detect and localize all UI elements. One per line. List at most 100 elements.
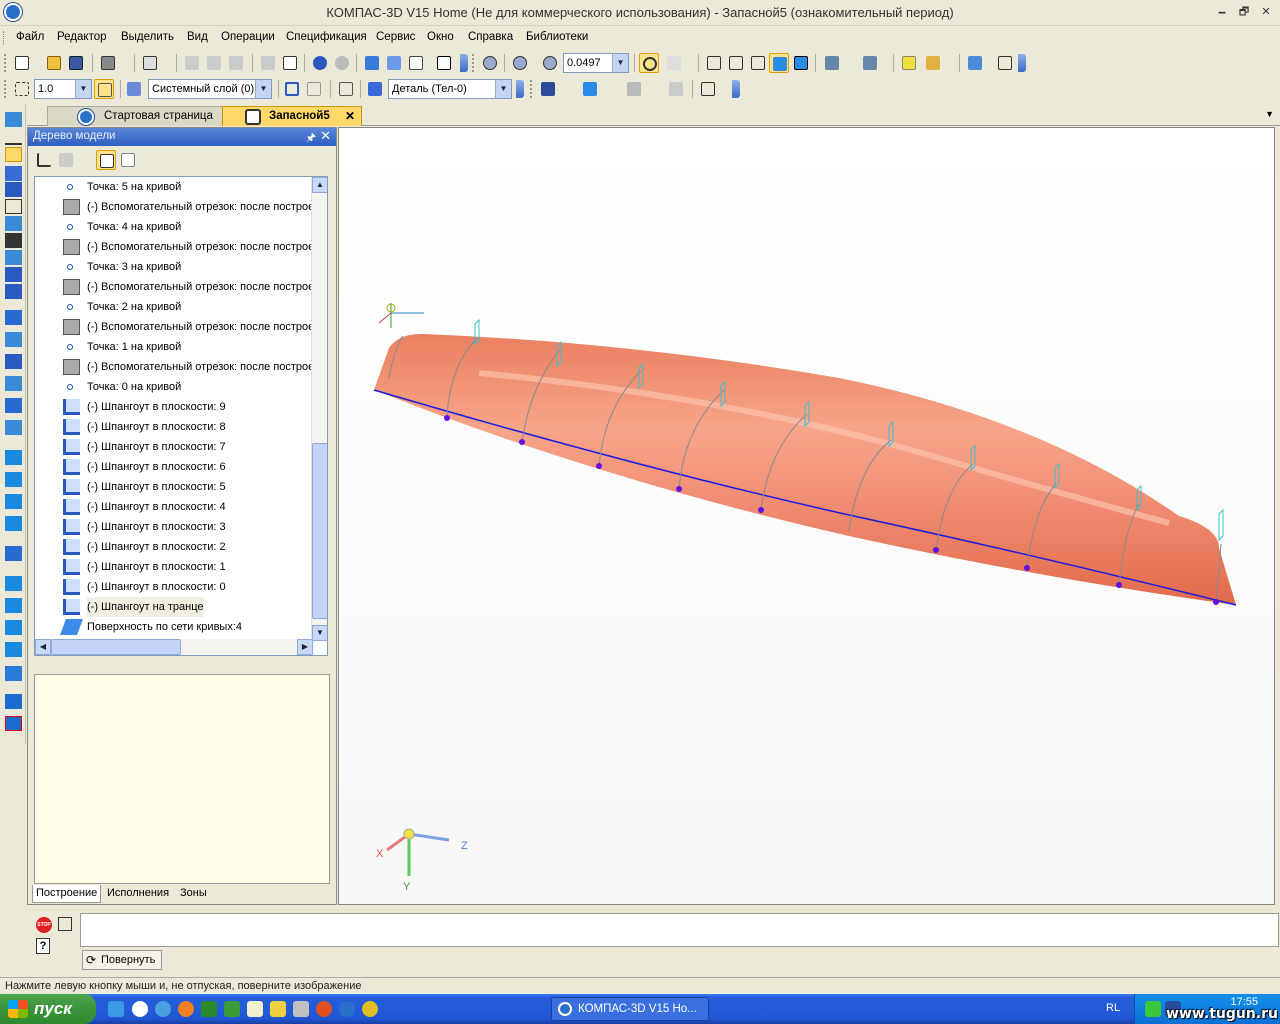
menu-libraries[interactable]: Библиотеки: [526, 31, 588, 43]
app-icon[interactable]: [201, 1001, 217, 1017]
tool-icon[interactable]: [5, 666, 22, 681]
tab-start-page[interactable]: Стартовая страница: [47, 106, 227, 126]
menu-help[interactable]: Справка: [468, 31, 513, 43]
object-combo[interactable]: Деталь (Тел-0) ▼: [388, 79, 512, 99]
shaded-button[interactable]: [769, 53, 789, 73]
close-icon[interactable]: ✕: [1258, 5, 1274, 19]
zoom-combo[interactable]: 0.0497 ▼: [563, 53, 629, 73]
pin-icon[interactable]: 🖈: [306, 129, 316, 148]
tool-icon[interactable]: [5, 546, 22, 561]
notepad-icon[interactable]: [247, 1001, 263, 1017]
frame-icon[interactable]: [58, 917, 72, 931]
tree-item[interactable]: (-) Вспомогательный отрезок: после постр…: [35, 237, 327, 257]
tab-versions[interactable]: Исполнения: [104, 885, 172, 903]
tree-item[interactable]: (-) Вспомогательный отрезок: после постр…: [35, 317, 327, 337]
sketch-button[interactable]: [282, 79, 302, 99]
tool-icon-active[interactable]: [5, 147, 22, 162]
hull-model[interactable]: [339, 128, 1276, 906]
fx-button[interactable]: [406, 53, 426, 73]
tab-document[interactable]: Запасной5 ✕: [222, 106, 362, 126]
media-icon[interactable]: [132, 1001, 148, 1017]
tree-item[interactable]: (-) Шпангоут в плоскости: 4: [35, 497, 313, 517]
tab-zones[interactable]: Зоны: [177, 885, 210, 903]
app-icon[interactable]: [316, 1001, 332, 1017]
close-panel-icon[interactable]: ✕: [320, 128, 331, 144]
tree-item[interactable]: Точка: 3 на кривой: [35, 257, 313, 277]
scroll-up-icon[interactable]: ▲: [312, 177, 327, 193]
copy-button[interactable]: [204, 53, 224, 73]
tree-item[interactable]: (-) Шпангоут в плоскости: 3: [35, 517, 313, 537]
variables-button[interactable]: [384, 53, 404, 73]
scroll-thumb[interactable]: [312, 443, 327, 619]
tree-item[interactable]: Точка: 0 на кривой: [35, 377, 313, 397]
task-kompas-button[interactable]: КОМПАС-3D V15 Ho...: [551, 997, 709, 1021]
tool-icon[interactable]: [5, 182, 22, 197]
layer-combo[interactable]: Системный слой (0) ▼: [148, 79, 272, 99]
tool-icon[interactable]: [5, 130, 22, 145]
spec-button[interactable]: [280, 53, 300, 73]
toolbar-end[interactable]: [460, 54, 468, 72]
tree-item[interactable]: Поверхность по сети кривых:4: [35, 617, 313, 637]
tree-item[interactable]: (-) Шпангоут в плоскости: 7: [35, 437, 313, 457]
tool-icon[interactable]: [5, 199, 22, 214]
tool-icon[interactable]: [5, 620, 22, 635]
line-style-button[interactable]: [336, 79, 356, 99]
menu-operations[interactable]: Операции: [221, 31, 275, 43]
tree-item[interactable]: (-) Шпангоут в плоскости: 8: [35, 417, 313, 437]
tool-icon[interactable]: [5, 450, 22, 465]
rotate-button[interactable]: [639, 53, 659, 73]
menu-editor[interactable]: Редактор: [57, 31, 107, 43]
layers-3d-button[interactable]: [624, 79, 644, 99]
manager-button[interactable]: [362, 53, 382, 73]
section-button[interactable]: [923, 53, 943, 73]
tree-item[interactable]: (-) Шпангоут на транце: [35, 597, 313, 617]
tree-item[interactable]: (-) Шпангоут в плоскости: 6: [35, 457, 313, 477]
tree-item[interactable]: (-) Шпангоут в плоскости: 1: [35, 557, 313, 577]
tool-icon[interactable]: [5, 216, 22, 231]
tool-icon[interactable]: [5, 376, 22, 391]
open-file-button[interactable]: [44, 53, 64, 73]
cube-button[interactable]: [899, 53, 919, 73]
tree-list-button[interactable]: [118, 150, 138, 170]
tabs-menu-icon[interactable]: ▼: [1265, 109, 1274, 119]
chevron-down-icon[interactable]: ▼: [495, 80, 511, 98]
tree-item[interactable]: (-) Шпангоут в плоскости: 9: [35, 397, 313, 417]
tool-icon[interactable]: [5, 250, 22, 265]
material-button[interactable]: [538, 79, 558, 99]
tree-item[interactable]: (-) Шпангоут в плоскости: 5: [35, 477, 313, 497]
start-button[interactable]: пуск: [0, 994, 96, 1024]
settings-button[interactable]: [965, 53, 985, 73]
tool-icon[interactable]: [5, 694, 22, 709]
tool-icon[interactable]: [5, 354, 22, 369]
firefox-icon[interactable]: [178, 1001, 194, 1017]
orientation-button[interactable]: [664, 53, 684, 73]
tool-icon[interactable]: [5, 494, 22, 509]
wireframe-button[interactable]: [704, 53, 724, 73]
new-file-button[interactable]: [12, 53, 32, 73]
zoom-window-button[interactable]: [510, 53, 530, 73]
redo-button[interactable]: [332, 53, 352, 73]
tool-icon[interactable]: [5, 284, 22, 299]
color-button[interactable]: [580, 79, 600, 99]
tool-icon[interactable]: [5, 166, 22, 181]
save-button[interactable]: [66, 53, 86, 73]
chevron-down-icon[interactable]: ▼: [75, 80, 91, 98]
tree-item[interactable]: Точка: 4 на кривой: [35, 217, 313, 237]
tree-vertical-scrollbar[interactable]: ▲ ▼: [311, 177, 327, 641]
tool-icon[interactable]: [5, 642, 22, 657]
undo-button[interactable]: [310, 53, 330, 73]
scroll-thumb[interactable]: [51, 639, 181, 655]
chevron-down-icon[interactable]: ▼: [612, 54, 628, 72]
icq-icon[interactable]: [155, 1001, 171, 1017]
thin-lines-button[interactable]: [748, 53, 768, 73]
scroll-left-icon[interactable]: ◀: [35, 639, 51, 655]
tray-icon[interactable]: [1145, 1001, 1161, 1017]
tree-item[interactable]: (-) Вспомогательный отрезок: после постр…: [35, 357, 327, 377]
tree-item[interactable]: Точка: 5 на кривой: [35, 177, 313, 197]
toolbar-end[interactable]: [516, 80, 524, 98]
menu-window[interactable]: Окно: [427, 31, 454, 43]
restore-icon[interactable]: 🗗: [1236, 5, 1252, 19]
chevron-down-icon[interactable]: ▼: [255, 80, 271, 98]
tool-icon[interactable]: [5, 716, 22, 731]
mcx-button[interactable]: [666, 79, 686, 99]
